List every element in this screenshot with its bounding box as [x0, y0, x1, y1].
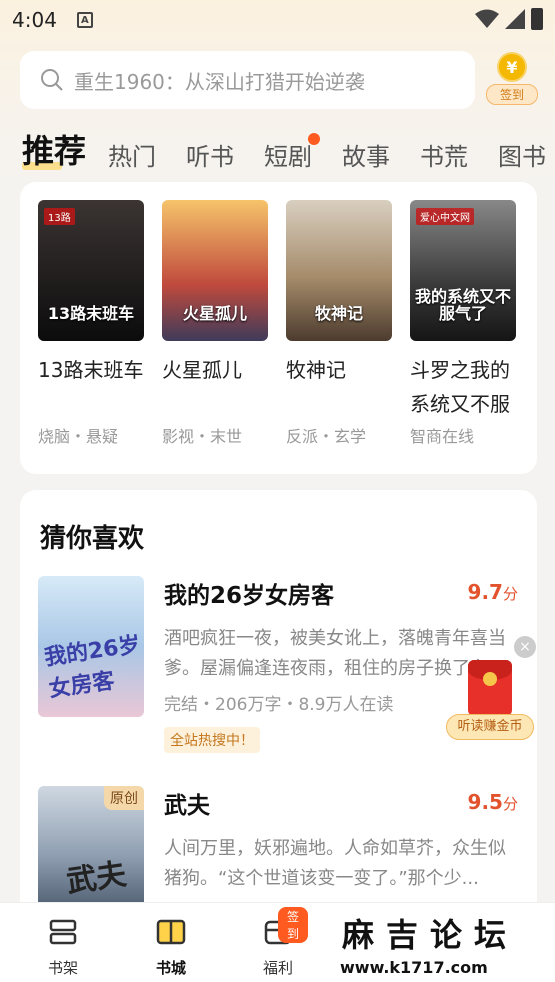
search-icon: [41, 69, 63, 91]
cover-title: 我的26岁女房客: [42, 632, 143, 703]
book-tags: 反派・玄学: [286, 427, 367, 446]
status-time: 4:04: [12, 8, 57, 32]
book-item[interactable]: 火星孤儿 火星孤儿 影视・末世: [162, 200, 268, 447]
book-tags: 烧脑・悬疑: [38, 427, 119, 446]
listen-earn-label: 听读赚金币: [446, 714, 534, 740]
book-cover: 爱心中文网 我的系统又不服气了: [410, 200, 516, 341]
nav-bookshelf[interactable]: 书架: [33, 917, 93, 978]
close-icon[interactable]: ×: [514, 636, 536, 658]
signal-icon: [505, 9, 525, 29]
book-tags: 影视・末世: [162, 427, 243, 446]
book-cover: 牧神记: [286, 200, 392, 341]
book-cover: 火星孤儿: [162, 200, 268, 341]
checkin-button[interactable]: ¥ 签到: [486, 52, 538, 108]
cover-badge: 爱心中文网: [416, 208, 474, 225]
nav-bookstore[interactable]: 书城: [141, 917, 201, 978]
battery-icon: [531, 8, 543, 30]
score-value: 9.5: [467, 790, 503, 814]
search-row: 重生1960：从深山打猎开始逆袭 ¥ 签到: [20, 50, 540, 110]
book-title: 我的26岁女房客: [164, 583, 335, 609]
book-score: 9.5分: [468, 790, 518, 814]
search-input[interactable]: 重生1960：从深山打猎开始逆袭: [20, 51, 475, 109]
book-item[interactable]: 13路 13路末班车 13路末班车 烧脑・悬疑: [38, 200, 144, 447]
feed-body: 武夫 9.5分 人间万里，妖邪遍地。人命如草芥，众生似猪狗。“这个世道该变一变了…: [164, 786, 518, 894]
listen-earn-widget[interactable]: × 听读赚金币: [446, 636, 536, 744]
tab-book-shortage[interactable]: 书荒: [420, 137, 468, 172]
status-indicators: [475, 8, 543, 30]
wifi-icon: [475, 9, 499, 28]
search-placeholder: 重生1960：从深山打猎开始逆袭: [74, 69, 365, 94]
red-envelope-icon: [468, 660, 512, 716]
tab-story[interactable]: 故事: [342, 137, 390, 172]
nav-label: 书城: [155, 959, 186, 977]
tab-books[interactable]: 图书: [498, 137, 546, 172]
bookstore-icon: [156, 919, 186, 945]
book-title: 斗罗之我的系统又不服: [410, 358, 510, 416]
bookshelf-icon: [49, 919, 77, 945]
watermark: 麻吉论坛 www.k1717.com: [330, 910, 530, 980]
tab-hot[interactable]: 热门: [108, 137, 156, 172]
book-description: 人间万里，妖邪遍地。人命如草芥，众生似猪狗。“这个世道该变一变了。”那个少...: [164, 838, 506, 889]
cover-title: 火星孤儿: [182, 304, 247, 324]
original-badge: 原创: [104, 786, 144, 810]
section-title: 猜你喜欢: [40, 524, 145, 554]
book-score: 9.7分: [468, 580, 518, 604]
feed-item[interactable]: 原创 武夫 武夫 9.5分 人间万里，妖邪遍地。人命如草芥，众生似猪狗。“这个世…: [38, 786, 518, 927]
new-dot: [308, 133, 321, 145]
nav-welfare[interactable]: 签到 福利: [248, 907, 308, 978]
notification-icon: A: [76, 12, 93, 28]
category-tabs: 推荐 热门 听书 短剧 故事 书荒 图书: [22, 128, 555, 172]
tab-short-drama[interactable]: 短剧: [264, 133, 321, 172]
book-cover: 13路 13路末班车: [38, 200, 144, 341]
book-cover: 我的26岁女房客: [38, 576, 144, 717]
nav-label: 书架: [47, 959, 78, 977]
score-value: 9.7: [467, 580, 503, 604]
recommend-card: 13路 13路末班车 13路末班车 烧脑・悬疑 火星孤儿 火星孤儿 影视・末世 …: [20, 182, 537, 474]
book-tags: 智商在线: [410, 427, 475, 446]
tab-short-drama-label: 短剧: [264, 143, 313, 171]
cover-title: 13路末班车: [47, 304, 135, 324]
watermark-title: 麻吉论坛: [342, 916, 519, 954]
book-title: 武夫: [164, 793, 210, 819]
book-title: 牧神记: [286, 358, 346, 382]
book-title: 火星孤儿: [162, 358, 242, 382]
cover-badge: 13路: [44, 208, 75, 225]
nav-label: 福利: [262, 959, 293, 977]
coin-icon: ¥: [497, 52, 527, 82]
watermark-url: www.k1717.com: [340, 958, 488, 977]
score-unit: 分: [502, 585, 518, 603]
checkin-label: 签到: [486, 84, 538, 105]
welfare-badge: 签到: [278, 907, 308, 943]
status-bar: 4:04 A: [0, 0, 555, 40]
book-title: 13路末班车: [38, 358, 144, 382]
tab-audio[interactable]: 听书: [186, 137, 234, 172]
tab-recommend[interactable]: 推荐: [22, 126, 86, 172]
score-unit: 分: [502, 795, 518, 813]
cover-title: 武夫: [64, 856, 129, 900]
book-item[interactable]: 牧神记 牧神记 反派・玄学: [286, 200, 392, 447]
book-item[interactable]: 爱心中文网 我的系统又不服气了 斗罗之我的系统又不服 智商在线: [410, 200, 516, 447]
hot-badge: 全站热搜中！: [164, 727, 260, 753]
cover-title: 我的系统又不服气了: [414, 286, 511, 324]
cover-title: 牧神记: [314, 304, 363, 324]
